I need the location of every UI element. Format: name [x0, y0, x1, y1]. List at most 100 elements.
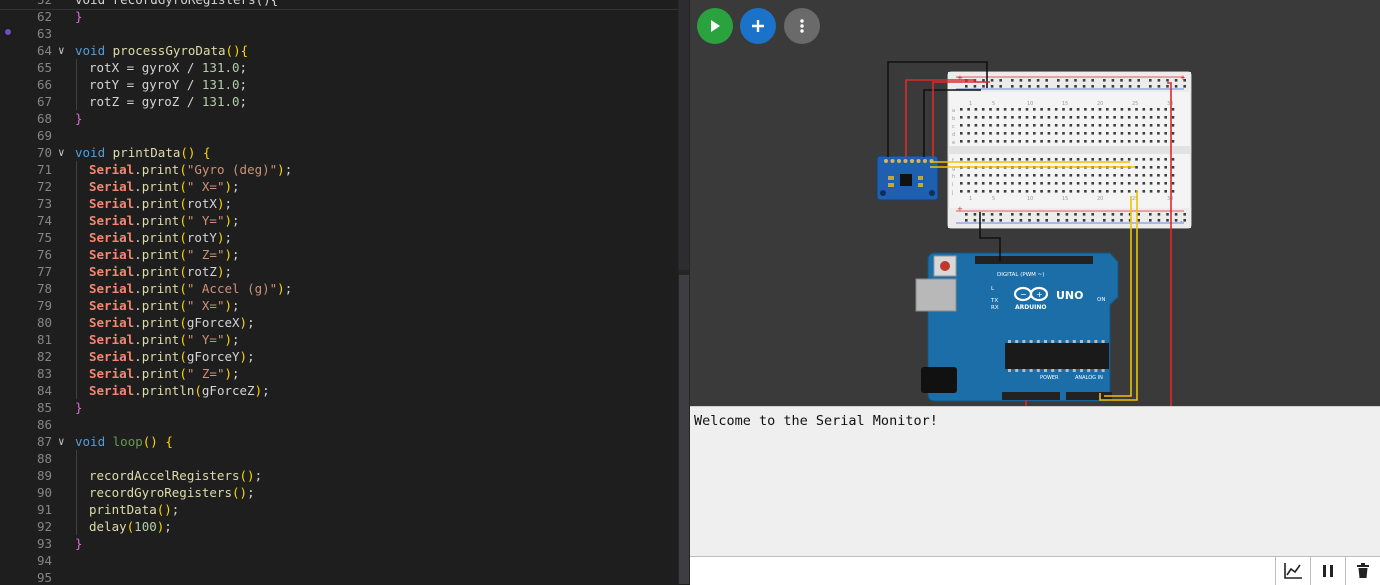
line-number: 62	[36, 9, 52, 24]
code-text: Serial.print(" Z=");	[89, 366, 240, 381]
run-simulation-button[interactable]	[697, 8, 733, 44]
svg-text:5: 5	[992, 101, 995, 107]
code-line[interactable]: 86	[0, 416, 678, 433]
code-line[interactable]: 65 rotX = gyroX / 131.0;	[0, 59, 678, 76]
analog-label: ANALOG IN	[1075, 375, 1103, 381]
code-line[interactable]: 70 ∨ void printData() {	[0, 144, 678, 161]
svg-text:30: 30	[1167, 101, 1173, 107]
code-line[interactable]: 64 ∨ void processGyroData(){	[0, 42, 678, 59]
svg-text:20: 20	[1097, 196, 1103, 202]
code-line[interactable]: 63	[0, 25, 678, 42]
more-options-button[interactable]	[784, 8, 820, 44]
code-line[interactable]: 66 rotY = gyroY / 131.0;	[0, 76, 678, 93]
fold-chevron-icon[interactable]: ∨	[58, 144, 72, 161]
code-line[interactable]: 88	[0, 450, 678, 467]
code-text: recordGyroRegisters();	[89, 485, 255, 500]
code-line[interactable]: 85}	[0, 399, 678, 416]
line-number: 76	[36, 247, 52, 262]
clear-output-button[interactable]	[1345, 557, 1379, 585]
code-text: }	[75, 536, 83, 551]
simulator-canvas[interactable]: 1 5 10 15 20 25 30 1 5 10 15 20 25 30 a …	[690, 0, 1380, 406]
on-label: ON	[1097, 297, 1105, 303]
indent-guide	[76, 450, 77, 535]
code-line[interactable]: 90 recordGyroRegisters();	[0, 484, 678, 501]
arduino-uno-board[interactable]: DIGITAL (PWM ~) − + UNO ARDUINO TX RX L …	[915, 252, 1119, 402]
code-line[interactable]: 76 Serial.print(" Z=");	[0, 246, 678, 263]
toggle-plotter-button[interactable]	[1275, 557, 1309, 585]
line-number: 87	[36, 434, 52, 449]
code-line[interactable]: 83 Serial.print(" Z=");	[0, 365, 678, 382]
mpu6050-sensor-module[interactable]	[876, 155, 939, 201]
line-number: 85	[36, 400, 52, 415]
rail-plus-label: +	[1180, 74, 1186, 82]
line-number: 92	[36, 519, 52, 534]
code-line[interactable]: 71 Serial.print("Gyro (deg)");	[0, 161, 678, 178]
code-line[interactable]: 84 Serial.println(gForceZ);	[0, 382, 678, 399]
serial-input[interactable]	[690, 557, 1274, 584]
code-text: Serial.print(gForceX);	[89, 315, 255, 330]
code-text: Serial.print(" Accel (g)");	[89, 281, 293, 296]
serial-message: Welcome to the Serial Monitor!	[694, 413, 938, 429]
svg-text:c: c	[952, 124, 955, 130]
line-number: 86	[36, 417, 52, 432]
code-line[interactable]: 92 delay(100);	[0, 518, 678, 535]
code-line[interactable]: 82 Serial.print(gForceY);	[0, 348, 678, 365]
code-line[interactable]: 78 Serial.print(" Accel (g)");	[0, 280, 678, 297]
code-text: delay(100);	[89, 519, 172, 534]
code-editor[interactable]: 52 void recordGyroRegisters(){ 62}6364∨v…	[0, 0, 678, 584]
line-number: 88	[36, 451, 52, 466]
svg-text:10: 10	[1027, 101, 1033, 107]
code-line[interactable]: 73 Serial.print(rotX);	[0, 195, 678, 212]
line-number: 82	[36, 349, 52, 364]
code-line[interactable]: 81 Serial.print(" Y=");	[0, 331, 678, 348]
editor-scrollbar[interactable]	[678, 0, 690, 584]
fold-chevron-icon[interactable]: ∨	[58, 42, 72, 59]
code-line[interactable]: 67 rotZ = gyroZ / 131.0;	[0, 93, 678, 110]
tx-label: TX	[990, 298, 998, 304]
code-text: rotZ = gyroZ / 131.0;	[89, 94, 248, 109]
vertical-dots-icon	[800, 19, 804, 33]
line-number: 71	[36, 162, 52, 177]
board-name: ARDUINO	[1015, 304, 1046, 311]
code-line[interactable]: 91 printData();	[0, 501, 678, 518]
fold-chevron-icon[interactable]: ∨	[58, 433, 72, 450]
scrollbar-track-marker	[679, 0, 689, 270]
power-label: POWER	[1040, 375, 1059, 381]
code-text: Serial.print(rotX);	[89, 196, 233, 211]
code-line[interactable]: 72 Serial.print(" X=");	[0, 178, 678, 195]
serial-monitor-output[interactable]: Welcome to the Serial Monitor!	[690, 406, 1380, 557]
line-number: 91	[36, 502, 52, 517]
code-line[interactable]: 94	[0, 552, 678, 569]
code-text: rotX = gyroX / 131.0;	[89, 60, 248, 75]
indent-guide	[76, 161, 77, 399]
line-number: 83	[36, 366, 52, 381]
sticky-scroll-header[interactable]: 52 void recordGyroRegisters(){	[0, 0, 678, 10]
code-line[interactable]: 89 recordAccelRegisters();	[0, 467, 678, 484]
svg-text:a: a	[952, 108, 955, 114]
code-line[interactable]: 69	[0, 127, 678, 144]
code-line[interactable]: 75 Serial.print(rotY);	[0, 229, 678, 246]
power-jack	[921, 367, 957, 393]
pause-button[interactable]	[1310, 557, 1344, 585]
code-line[interactable]: 74 Serial.print(" Y=");	[0, 212, 678, 229]
code-line[interactable]: 68}	[0, 110, 678, 127]
code-text: Serial.print(" X=");	[89, 179, 240, 194]
line-number: 81	[36, 332, 52, 347]
code-line[interactable]: 79 Serial.print(" X=");	[0, 297, 678, 314]
code-line[interactable]: 77 Serial.print(rotZ);	[0, 263, 678, 280]
line-number: 89	[36, 468, 52, 483]
code-line[interactable]: 93}	[0, 535, 678, 552]
breadboard[interactable]: 1 5 10 15 20 25 30 1 5 10 15 20 25 30 a …	[947, 71, 1192, 229]
svg-text:1: 1	[969, 101, 972, 107]
scrollbar-thumb[interactable]	[679, 275, 689, 584]
add-component-button[interactable]	[740, 8, 776, 44]
code-line[interactable]: 95	[0, 569, 678, 584]
reset-button[interactable]	[940, 261, 950, 271]
code-text: }	[75, 111, 83, 126]
code-text: Serial.print(rotZ);	[89, 264, 233, 279]
code-line[interactable]: 62}	[0, 8, 678, 25]
svg-text:f: f	[952, 158, 954, 164]
code-line[interactable]: 87 ∨ void loop() {	[0, 433, 678, 450]
svg-text:1: 1	[969, 196, 972, 202]
code-line[interactable]: 80 Serial.print(gForceX);	[0, 314, 678, 331]
